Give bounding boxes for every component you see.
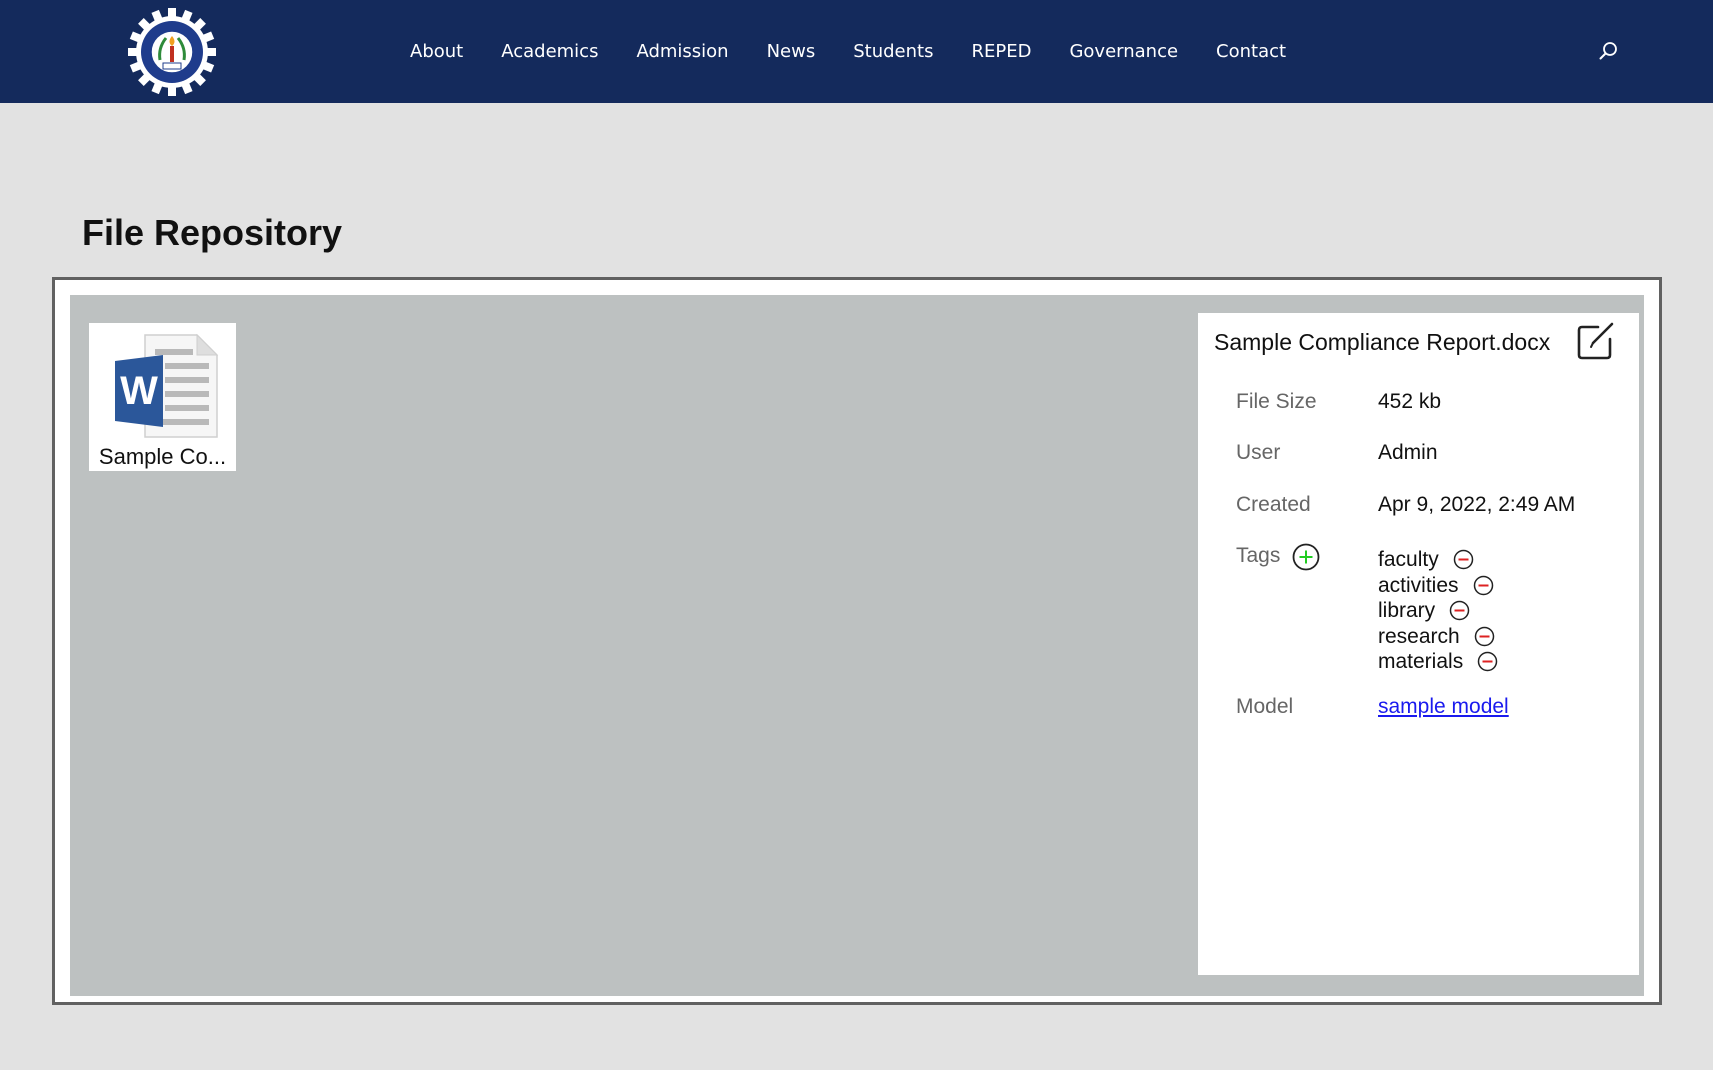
main-nav: About Academics Admission News Students … [410, 0, 1324, 103]
nav-news[interactable]: News [767, 41, 816, 62]
tag-label: research [1378, 624, 1460, 648]
tag-label: faculty [1378, 548, 1439, 571]
tag-label: materials [1378, 650, 1464, 673]
tag-label: activities [1378, 573, 1459, 597]
nav-about[interactable]: About [410, 41, 463, 62]
nav-contact[interactable]: Contact [1216, 41, 1286, 62]
tag-item: materials [1378, 649, 1498, 675]
search-icon[interactable] [1598, 40, 1620, 62]
file-details-panel: Sample Compliance Report.docx File Size … [1198, 313, 1639, 975]
tag-item: faculty [1378, 547, 1498, 573]
file-repository-frame: W Sample Co... Sample Compliance Report.… [52, 277, 1662, 1005]
model-link[interactable]: sample model [1378, 695, 1509, 719]
file-tile[interactable]: W Sample Co... [89, 323, 236, 471]
created-label: Created [1236, 493, 1311, 516]
nav-academics[interactable]: Academics [501, 41, 598, 62]
svg-text:W: W [120, 369, 158, 413]
nav-governance[interactable]: Governance [1069, 41, 1178, 62]
tags-label: Tags [1236, 544, 1281, 567]
file-size-value: 452 kb [1378, 390, 1442, 413]
file-size-label: File Size [1236, 390, 1317, 413]
minus-circle-icon[interactable] [1474, 626, 1495, 647]
tag-item: activities [1378, 573, 1498, 599]
tag-list: faculty activities library research mate… [1378, 547, 1498, 675]
site-header: About Academics Admission News Students … [0, 0, 1713, 103]
minus-circle-icon[interactable] [1453, 549, 1474, 570]
user-value: Admin [1378, 441, 1438, 464]
user-label: User [1236, 441, 1281, 464]
plus-circle-icon[interactable] [1292, 543, 1320, 571]
word-document-icon: W [115, 333, 219, 439]
tag-item: library [1378, 598, 1498, 624]
minus-circle-icon[interactable] [1473, 575, 1494, 596]
college-seal-icon[interactable] [128, 8, 216, 96]
details-filename: Sample Compliance Report.docx [1214, 329, 1551, 355]
nav-reped[interactable]: REPED [971, 41, 1031, 62]
minus-circle-icon[interactable] [1449, 600, 1470, 621]
tag-item: research [1378, 624, 1498, 650]
tag-label: library [1378, 599, 1436, 622]
file-name-label: Sample Co... [98, 444, 227, 469]
nav-admission[interactable]: Admission [636, 41, 728, 62]
page-title: File Repository [82, 212, 343, 253]
file-browser-area[interactable]: W Sample Co... Sample Compliance Report.… [70, 295, 1644, 996]
edit-icon[interactable] [1576, 321, 1616, 361]
nav-students[interactable]: Students [853, 41, 933, 62]
created-value: Apr 9, 2022, 2:49 AM [1378, 493, 1576, 516]
minus-circle-icon[interactable] [1477, 651, 1498, 672]
model-label: Model [1236, 695, 1294, 718]
